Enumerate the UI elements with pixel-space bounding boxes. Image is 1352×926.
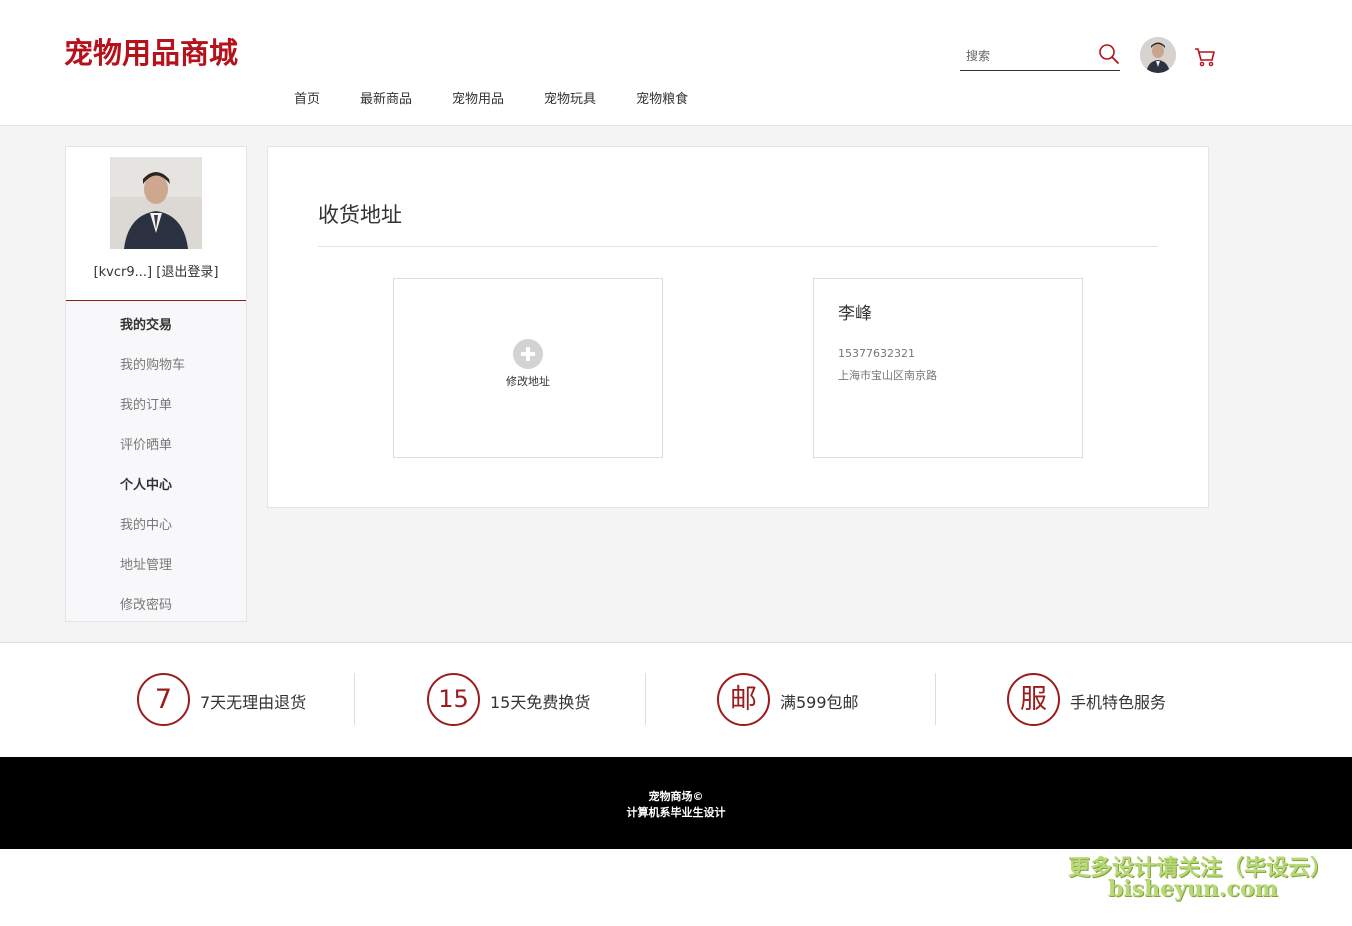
user-info: [kvcr9...] [退出登录] [66,261,246,280]
footer-copyright: 宠物商场© [648,790,704,803]
user-sidebar: [kvcr9...] [退出登录] 我的交易 我的购物车 我的订单 评价晒单 个… [65,146,247,622]
search-box [960,40,1120,71]
address-card[interactable]: 李峰 15377632321 上海市宝山区南京路 [813,278,1083,458]
sidebar-heading-trades: 我的交易 [120,318,173,333]
watermark-line2: bisheyun.com [1108,876,1278,902]
main-nav: 首页 最新商品 宠物用品 宠物玩具 宠物粮食 [276,90,728,112]
service-strip: 7 7天无理由退货 15 15天免费换货 邮 满599包邮 服 手机特色服务 [0,643,1352,757]
address-panel: 收货地址 修改地址 李峰 15377632321 上海市宝山区南京路 [267,146,1209,508]
nav-item-home[interactable]: 首页 [294,90,320,112]
sidebar-item-address[interactable]: 地址管理 [120,554,172,573]
site-logo[interactable]: 宠物用品商城 [64,30,238,72]
footer: 宠物商场© 计算机系毕业生设计 [0,757,1352,849]
sidebar-menu: 我的交易 我的购物车 我的订单 评价晒单 个人中心 我的中心 地址管理 修改密码 [66,301,246,621]
service-badge: 7 [137,673,190,726]
service-text: 满599包邮 [780,693,859,712]
add-address-card[interactable]: 修改地址 [393,278,663,458]
service-text: 7天无理由退货 [200,693,307,712]
sidebar-item-my-center[interactable]: 我的中心 [120,514,172,533]
nav-item-pet-toys[interactable]: 宠物玩具 [544,90,596,112]
service-badge: 15 [427,673,480,726]
title-divider [318,246,1158,247]
sidebar-item-orders[interactable]: 我的订单 [120,394,172,413]
recipient-phone: 15377632321 [838,347,915,360]
recipient-address: 上海市宝山区南京路 [838,369,937,382]
footer-credit: 计算机系毕业生设计 [626,806,726,819]
service-text: 手机特色服务 [1070,693,1167,712]
header: 宠物用品商城 首页 最新商品 宠物用品 宠物玩具 宠物粮食 [0,0,1352,126]
recipient-name: 李峰 [838,304,872,324]
profile-photo [110,157,202,249]
sidebar-item-reviews[interactable]: 评价晒单 [120,434,172,453]
service-divider [935,673,936,725]
nav-item-pet-supplies[interactable]: 宠物用品 [452,90,504,112]
sidebar-heading-personal: 个人中心 [120,478,173,493]
service-badge: 服 [1007,673,1060,726]
nav-item-new-products[interactable]: 最新商品 [360,90,412,112]
plus-circle-icon [513,339,543,369]
page-title: 收货地址 [318,203,402,227]
nav-item-pet-food[interactable]: 宠物粮食 [636,90,688,112]
add-address-label: 修改地址 [506,375,550,388]
cart-icon[interactable] [1193,46,1217,68]
service-divider [354,673,355,725]
username: [kvcr9...] [93,265,153,280]
service-divider [645,673,646,725]
user-avatar[interactable] [1140,37,1176,73]
search-icon[interactable] [1098,43,1120,65]
service-badge: 邮 [717,673,770,726]
sidebar-item-cart[interactable]: 我的购物车 [120,354,185,373]
service-text: 15天免费换货 [490,693,591,712]
logout-link[interactable]: [退出登录] [156,265,218,280]
search-input[interactable] [966,46,1091,66]
sidebar-item-password[interactable]: 修改密码 [120,594,172,613]
